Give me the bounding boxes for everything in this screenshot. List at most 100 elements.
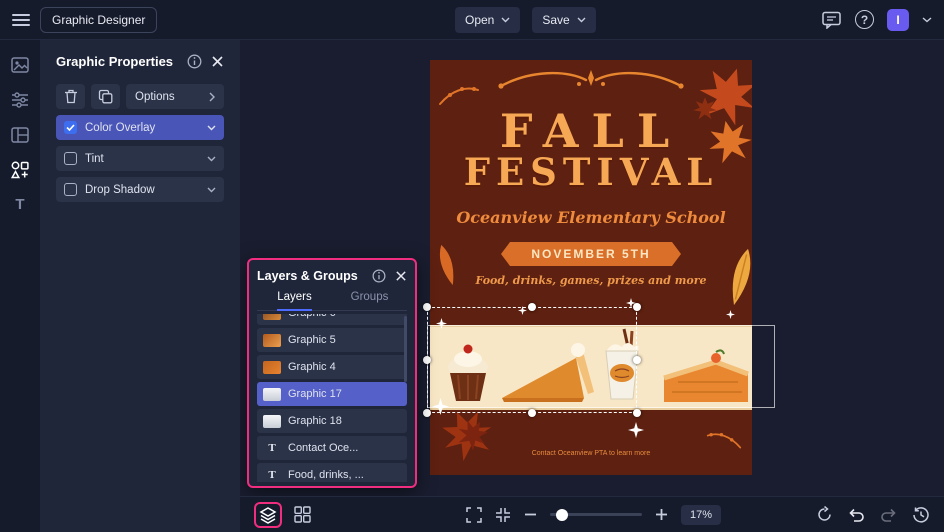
open-button[interactable]: Open	[455, 7, 520, 33]
layer-list[interactable]: Graphic 6 Graphic 5 Graphic 4 Graphic 17…	[257, 314, 407, 482]
undo-button[interactable]	[848, 508, 865, 522]
account-button[interactable]: I	[887, 9, 909, 31]
poster-date-ribbon: NOVEMBER 5TH	[501, 242, 681, 266]
pages-button[interactable]	[294, 506, 311, 523]
menu-icon[interactable]	[12, 14, 30, 26]
tab-layers-label: Layers	[277, 291, 312, 311]
chevron-down-icon[interactable]	[922, 17, 932, 23]
duplicate-button[interactable]	[91, 84, 120, 109]
save-button[interactable]: Save	[532, 7, 595, 33]
layer-row[interactable]: Graphic 6	[257, 314, 407, 325]
checkbox-unchecked[interactable]	[64, 183, 77, 196]
selection-box[interactable]	[427, 307, 637, 413]
layer-label: Graphic 5	[288, 334, 336, 346]
check-icon	[66, 124, 75, 131]
history-button[interactable]	[912, 506, 930, 524]
sparkle-icon	[726, 310, 735, 319]
sparkle-icon	[628, 422, 644, 438]
selection-handle[interactable]	[423, 303, 431, 311]
feedback-button[interactable]	[822, 11, 842, 29]
layer-thumbnail	[263, 314, 281, 320]
help-button[interactable]: ?	[855, 10, 874, 29]
checkbox-checked[interactable]	[64, 121, 77, 134]
layer-row[interactable]: Graphic 18	[257, 409, 407, 433]
branch-icon	[438, 80, 480, 108]
fit-to-screen-button[interactable]	[495, 507, 511, 523]
rotate-icon	[816, 506, 833, 523]
info-icon[interactable]	[372, 269, 386, 283]
reset-button[interactable]	[816, 506, 833, 523]
selection-handle[interactable]	[423, 356, 431, 364]
selection-handle[interactable]	[528, 303, 536, 311]
app-title-button[interactable]: Graphic Designer	[40, 7, 157, 33]
info-icon[interactable]	[187, 54, 202, 69]
options-button[interactable]: Options	[126, 84, 224, 109]
property-label: Color Overlay	[85, 122, 155, 134]
selection-handle[interactable]	[528, 409, 536, 417]
layer-label: Graphic 17	[288, 388, 342, 400]
selection-handle[interactable]	[633, 409, 641, 417]
close-icon[interactable]	[211, 55, 224, 68]
property-row-drop-shadow[interactable]: Drop Shadow	[56, 177, 224, 202]
layer-row[interactable]: Graphic 4	[257, 355, 407, 379]
options-label: Options	[135, 91, 175, 103]
layer-thumbnail	[263, 361, 281, 374]
bottom-toolbar: 17%	[240, 496, 944, 532]
layers-groups-panel: Layers & Groups Layers Groups	[247, 258, 417, 488]
zoom-level-badge[interactable]: 17%	[681, 505, 721, 525]
zoom-in-button[interactable]	[655, 508, 668, 521]
zoom-out-button[interactable]	[524, 508, 537, 521]
poster-date-text: NOVEMBER 5TH	[531, 247, 650, 261]
delete-button[interactable]	[56, 84, 85, 109]
sidebar-item-templates[interactable]	[11, 126, 29, 144]
panel-title: Graphic Properties	[56, 54, 173, 69]
layers-button[interactable]	[259, 506, 277, 524]
design-canvas[interactable]: FALL FESTIVAL Oceanview Elementary Schoo…	[240, 40, 944, 532]
layers-icon	[259, 506, 277, 524]
sliders-icon	[11, 91, 29, 109]
chevron-down-icon	[577, 17, 586, 23]
top-bar: Graphic Designer Open Save ? I	[0, 0, 944, 40]
property-row-tint[interactable]: Tint	[56, 146, 224, 171]
selection-handle[interactable]	[423, 409, 431, 417]
scrollbar[interactable]	[404, 316, 407, 382]
layer-label: Graphic 6	[288, 314, 336, 319]
duplicate-icon	[98, 89, 113, 104]
sidebar-item-text[interactable]: T	[15, 196, 24, 213]
chevron-down-icon[interactable]	[207, 125, 216, 131]
layer-row[interactable]: Graphic 5	[257, 328, 407, 352]
tab-layers[interactable]: Layers	[257, 291, 332, 310]
chevron-down-icon[interactable]	[207, 156, 216, 162]
layer-thumbnail	[263, 388, 281, 401]
property-row-color-overlay[interactable]: Color Overlay	[56, 115, 224, 140]
layer-row[interactable]: T Food, drinks, ...	[257, 463, 407, 482]
tool-sidebar: T	[0, 40, 40, 532]
layer-row-selected[interactable]: Graphic 17	[257, 382, 407, 406]
layer-row[interactable]: T Contact Oce...	[257, 436, 407, 460]
selection-handle[interactable]	[633, 356, 641, 364]
close-icon[interactable]	[395, 270, 407, 282]
zoom-slider-knob[interactable]	[556, 509, 568, 521]
layer-thumbnail	[263, 334, 281, 347]
sidebar-item-adjust[interactable]	[11, 91, 29, 109]
poster-tagline: Food, drinks, games, prizes and more	[430, 274, 752, 287]
trash-icon	[64, 89, 78, 104]
text-layer-icon: T	[263, 469, 281, 482]
zoom-slider[interactable]	[550, 513, 642, 516]
layer-label: Contact Oce...	[288, 442, 358, 454]
redo-button[interactable]	[880, 508, 897, 522]
grid-icon	[294, 506, 311, 523]
text-layer-icon: T	[263, 442, 281, 455]
sidebar-item-photos[interactable]	[11, 56, 29, 74]
chevron-down-icon[interactable]	[207, 187, 216, 193]
fit-screen-icon	[495, 507, 511, 523]
text-icon: T	[15, 196, 24, 213]
tab-groups[interactable]: Groups	[332, 291, 407, 310]
fullscreen-button[interactable]	[466, 507, 482, 523]
checkbox-unchecked[interactable]	[64, 152, 77, 165]
avatar: I	[887, 9, 909, 31]
selection-handle[interactable]	[633, 303, 641, 311]
branch-icon	[706, 427, 742, 451]
poster-title-line2: FESTIVAL	[430, 154, 752, 191]
sidebar-item-graphics[interactable]	[11, 161, 29, 179]
